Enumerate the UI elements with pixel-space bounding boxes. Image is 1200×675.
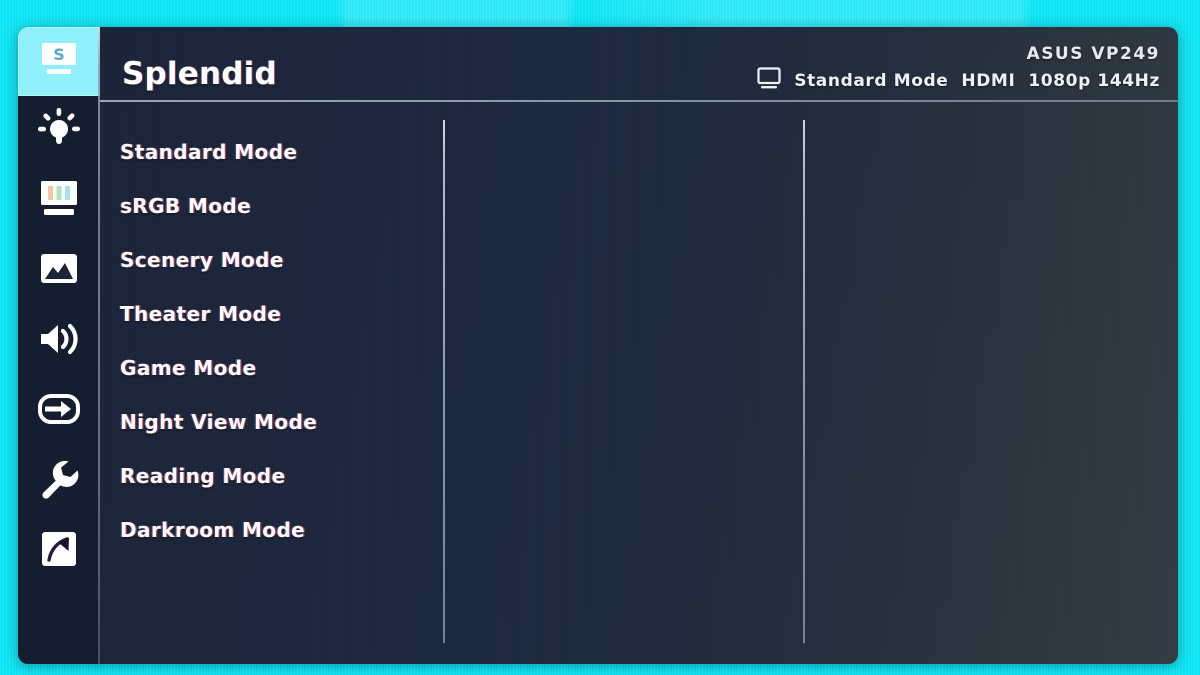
wrench-icon	[37, 458, 81, 504]
picture-mode-status: Standard Mode	[794, 70, 949, 91]
splendid-mode-list: Standard Mode sRGB Mode Scenery Mode The…	[100, 102, 1178, 557]
resolution-status: 1080p 144Hz	[1028, 70, 1160, 91]
menu-item-label: sRGB Mode	[120, 194, 252, 218]
column-divider-1	[443, 120, 445, 643]
menu-item-label: Scenery Mode	[120, 248, 284, 272]
sidebar-item-shortcut[interactable]	[18, 516, 100, 586]
splendid-icon: S	[37, 41, 81, 83]
sidebar-item-color[interactable]	[18, 166, 100, 236]
list-item[interactable]: Theater Mode	[120, 287, 1178, 341]
svg-text:S: S	[53, 45, 65, 64]
list-item[interactable]: Scenery Mode	[120, 233, 1178, 287]
color-bars-icon	[36, 179, 82, 223]
list-item[interactable]: Standard Mode	[120, 125, 1178, 179]
osd-body: Standard Mode sRGB Mode Scenery Mode The…	[100, 102, 1178, 662]
menu-item-label: Game Mode	[120, 356, 257, 380]
menu-item-label: Theater Mode	[120, 302, 282, 326]
list-item[interactable]: Game Mode	[120, 341, 1178, 395]
list-item[interactable]: sRGB Mode	[120, 179, 1178, 233]
osd-menu-window: S Splendid ASUS VP249 Standard Mode HDMI…	[18, 27, 1178, 664]
column-divider-2	[803, 120, 805, 643]
speaker-icon	[35, 319, 83, 363]
sidebar-item-system-setup[interactable]	[18, 446, 100, 516]
sidebar-item-sound[interactable]	[18, 306, 100, 376]
osd-header-status: ASUS VP249 Standard Mode HDMI 1080p 144H…	[757, 44, 1160, 96]
list-item[interactable]: Night View Mode	[120, 395, 1178, 449]
sidebar-item-image[interactable]	[18, 236, 100, 306]
osd-content-pane: Splendid ASUS VP249 Standard Mode HDMI 1…	[100, 27, 1178, 664]
input-source-status: HDMI	[961, 70, 1016, 91]
monitor-model: ASUS VP249	[1026, 44, 1160, 64]
page-title: Splendid	[122, 56, 277, 92]
image-icon	[36, 251, 82, 291]
input-select-icon	[35, 392, 83, 430]
sidebar-item-blue-light-filter[interactable]	[18, 96, 100, 166]
status-line: Standard Mode HDMI 1080p 144Hz	[757, 67, 1160, 94]
sidebar-item-splendid[interactable]: S	[18, 27, 100, 96]
monitor-icon	[757, 67, 781, 94]
osd-sidebar: S	[18, 27, 100, 664]
osd-header: Splendid ASUS VP249 Standard Mode HDMI 1…	[100, 27, 1178, 102]
menu-item-label: Darkroom Mode	[120, 518, 306, 542]
sidebar-item-input-select[interactable]	[18, 376, 100, 446]
menu-item-label: Standard Mode	[120, 140, 298, 164]
shortcut-arrow-icon	[37, 527, 81, 575]
list-item[interactable]: Darkroom Mode	[120, 503, 1178, 557]
menu-item-label: Night View Mode	[120, 410, 318, 434]
brightness-icon	[36, 107, 82, 155]
list-item[interactable]: Reading Mode	[120, 449, 1178, 503]
menu-item-label: Reading Mode	[120, 464, 286, 488]
